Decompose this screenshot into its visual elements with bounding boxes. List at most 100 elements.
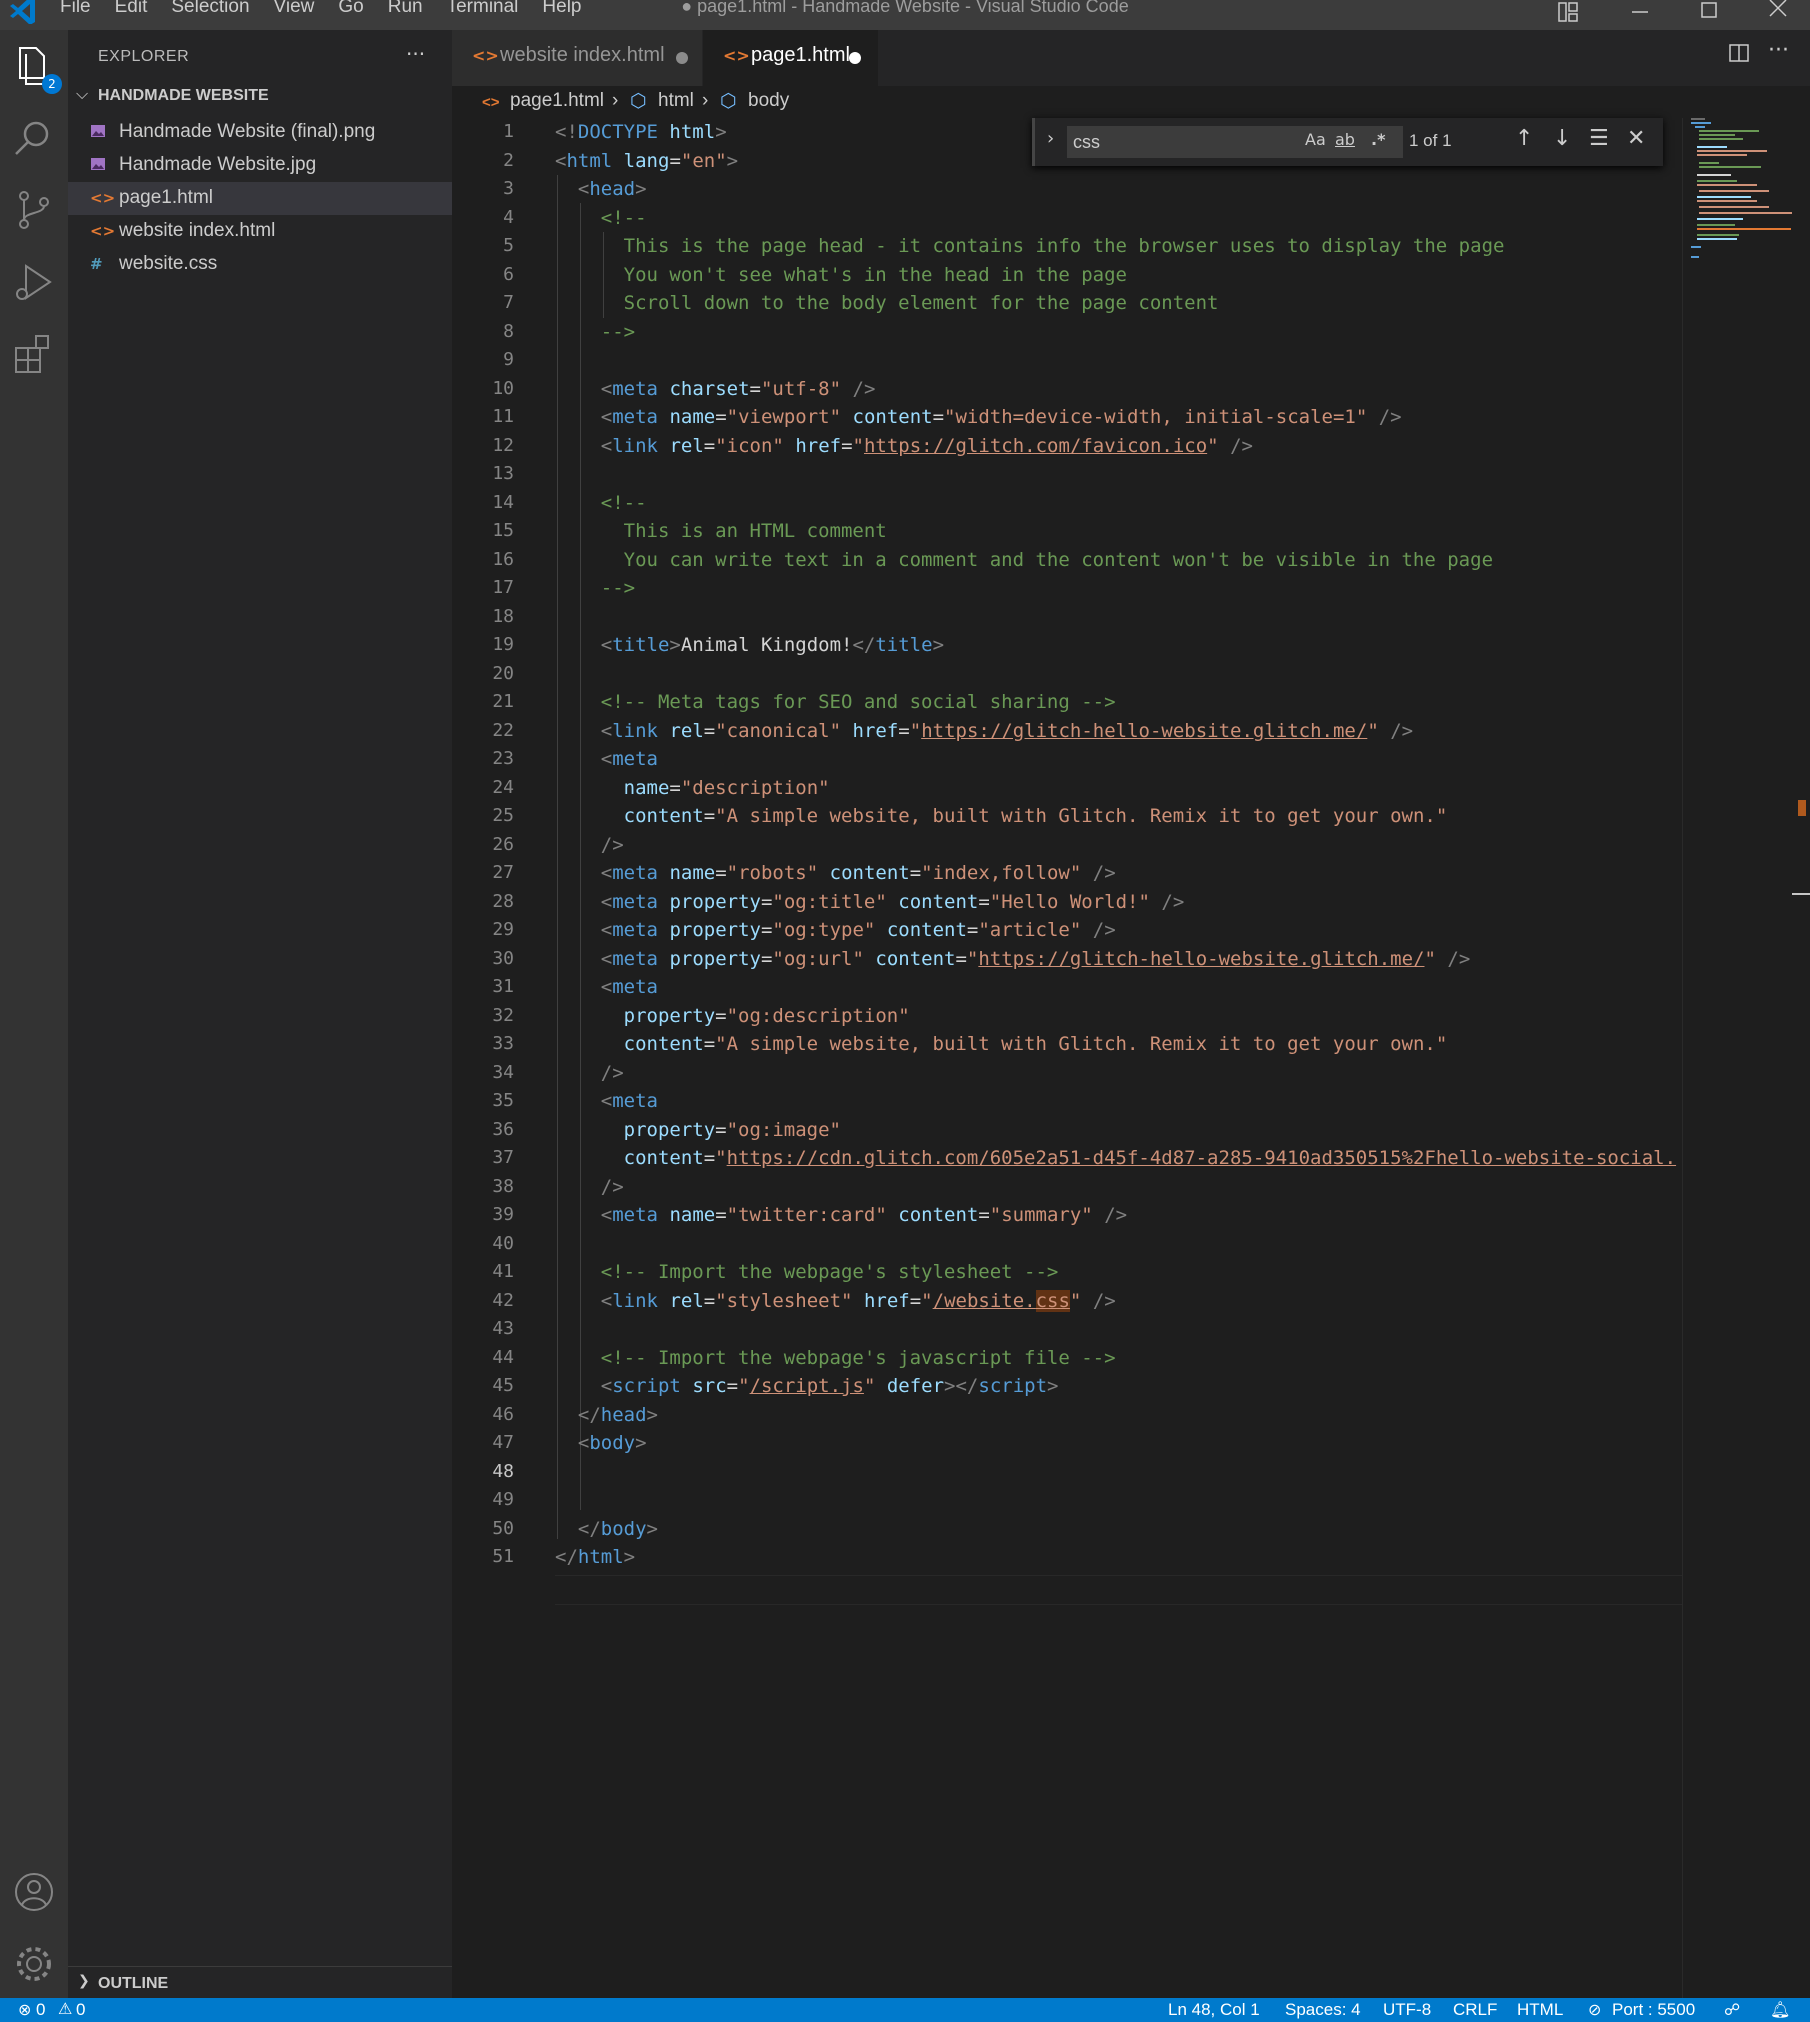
code-line[interactable]: 30 <meta property="og:url" content="http… (452, 945, 1682, 974)
match-case-icon[interactable]: Aa (1305, 130, 1326, 149)
encoding[interactable]: UTF-8 (1383, 2000, 1431, 2020)
code-line[interactable]: 22 <link rel="canonical" href="https://g… (452, 717, 1682, 746)
code-line[interactable]: 15 This is an HTML comment (452, 517, 1682, 546)
code-line[interactable]: 10 <meta charset="utf-8" /> (452, 375, 1682, 404)
code-line[interactable]: 41 <!-- Import the webpage's stylesheet … (452, 1258, 1682, 1287)
code-editor[interactable]: 1 <!DOCTYPE html> 2 <html lang="en"> 3 <he… (452, 118, 1682, 1998)
code-line[interactable]: 33 content="A simple website, built with… (452, 1030, 1682, 1059)
code-line[interactable]: 32 property="og:description" (452, 1002, 1682, 1031)
outline-section[interactable]: ❯ OUTLINE (68, 1966, 452, 1999)
previous-match-icon[interactable]: ↑ (1515, 126, 1533, 151)
code-line[interactable]: 5 This is the page head - it contains in… (452, 232, 1682, 261)
close-window-icon[interactable] (1766, 0, 1790, 24)
code-line[interactable]: 27 <meta name="robots" content="index,fo… (452, 859, 1682, 888)
live-server-port[interactable]: Port : 5500 (1612, 2000, 1695, 2020)
code-line[interactable]: 23 <meta (452, 745, 1682, 774)
code-line[interactable]: 18 (452, 603, 1682, 632)
code-line[interactable]: 31 <meta (452, 973, 1682, 1002)
search-icon[interactable] (10, 114, 58, 162)
code-line[interactable]: 45 <script src="/script.js" defer></scri… (452, 1372, 1682, 1401)
folder-header[interactable]: ⌵ HANDMADE WEBSITE (68, 82, 452, 112)
split-editor-icon[interactable] (1728, 42, 1750, 64)
warning-count[interactable]: 0 (76, 2000, 85, 2020)
source-control-icon[interactable] (10, 186, 58, 234)
code-line[interactable]: 3 <head> (452, 175, 1682, 204)
unsaved-dot-icon[interactable] (676, 52, 688, 64)
breadcrumb-html[interactable]: html (658, 90, 694, 112)
code-line[interactable]: 47 <body> (452, 1429, 1682, 1458)
code-line[interactable]: 20 (452, 660, 1682, 689)
code-line[interactable]: 13 (452, 460, 1682, 489)
breadcrumb-file[interactable]: page1.html (510, 90, 604, 112)
code-line[interactable]: 42 <link rel="stylesheet" href="/website… (452, 1287, 1682, 1316)
live-server-icon[interactable]: ⊘ (1588, 2000, 1601, 2020)
code-line[interactable]: 24 name="description" (452, 774, 1682, 803)
toggle-replace-icon[interactable]: › (1047, 128, 1054, 149)
code-line[interactable]: 51 </html> (452, 1543, 1682, 1572)
end-of-line[interactable]: CRLF (1453, 2000, 1497, 2020)
code-line[interactable]: 25 content="A simple website, built with… (452, 802, 1682, 831)
minimize-icon[interactable] (1628, 0, 1652, 24)
code-line[interactable]: 17 --> (452, 574, 1682, 603)
account-icon[interactable] (10, 1868, 58, 1916)
code-line[interactable]: 37 content="https://cdn.glitch.com/605e2… (452, 1144, 1682, 1173)
language-mode[interactable]: HTML (1517, 2000, 1563, 2020)
file-item[interactable]: Handmade Website.jpg (68, 149, 452, 182)
maximize-icon[interactable] (1697, 0, 1721, 24)
extensions-icon[interactable] (10, 330, 58, 378)
code-line[interactable]: 29 <meta property="og:type" content="art… (452, 916, 1682, 945)
feedback-icon[interactable]: ☍ (1724, 2000, 1740, 2020)
code-line[interactable]: 7 Scroll down to the body element for th… (452, 289, 1682, 318)
code-line[interactable]: 26 /> (452, 831, 1682, 860)
code-line[interactable]: 43 (452, 1315, 1682, 1344)
file-item[interactable]: <> page1.html (68, 182, 452, 215)
breadcrumb-body[interactable]: body (748, 90, 789, 112)
code-line[interactable]: 12 <link rel="icon" href="https://glitch… (452, 432, 1682, 461)
error-icon[interactable]: ⊗ (18, 2000, 31, 2020)
code-line[interactable]: 8 --> (452, 318, 1682, 347)
more-actions-icon[interactable]: ··· (406, 42, 425, 66)
tab-website-index[interactable]: <> website index.html (452, 30, 702, 86)
editor-more-icon[interactable]: ··· (1768, 38, 1789, 63)
code-line[interactable]: 38 /> (452, 1173, 1682, 1202)
code-line[interactable]: 39 <meta name="twitter:card" content="su… (452, 1201, 1682, 1230)
error-count[interactable]: 0 (36, 2000, 45, 2020)
file-item[interactable]: # website.css (68, 248, 452, 281)
code-line[interactable]: 50 </body> (452, 1515, 1682, 1544)
close-find-icon[interactable]: ✕ (1627, 126, 1645, 151)
find-in-selection-icon[interactable]: ☰ (1589, 126, 1609, 151)
code-line[interactable]: 4 <!-- (452, 204, 1682, 233)
code-line[interactable]: 19 <title>Animal Kingdom!</title> (452, 631, 1682, 660)
code-line[interactable]: 34 /> (452, 1059, 1682, 1088)
notifications-bell-icon[interactable]: 🔔︎ (1770, 2000, 1790, 2020)
file-item[interactable]: <> website index.html (68, 215, 452, 248)
code-line[interactable]: 46 </head> (452, 1401, 1682, 1430)
regex-icon[interactable]: .* (1371, 130, 1385, 149)
code-line[interactable]: 35 <meta (452, 1087, 1682, 1116)
code-line[interactable]: 28 <meta property="og:title" content="He… (452, 888, 1682, 917)
code-line[interactable]: 49 (452, 1486, 1682, 1515)
gear-icon[interactable] (10, 1940, 58, 1988)
code-line[interactable]: 9 (452, 346, 1682, 375)
code-line[interactable]: 48 (452, 1458, 1682, 1487)
tab-page1[interactable]: <> page1.html (703, 30, 878, 86)
explorer-icon[interactable]: 2 (10, 42, 62, 94)
file-item[interactable]: Handmade Website (final).png (68, 116, 452, 149)
warning-icon[interactable]: ⚠ (58, 1999, 72, 2019)
code-line[interactable]: 14 <!-- (452, 489, 1682, 518)
cursor-position[interactable]: Ln 48, Col 1 (1168, 2000, 1260, 2020)
code-line[interactable]: 44 <!-- Import the webpage's javascript … (452, 1344, 1682, 1373)
code-line[interactable]: 36 property="og:image" (452, 1116, 1682, 1145)
minimap[interactable] (1682, 118, 1793, 1998)
code-line[interactable]: 21 <!-- Meta tags for SEO and social sha… (452, 688, 1682, 717)
editor-scrollbar[interactable] (1792, 118, 1810, 1998)
code-line[interactable]: 40 (452, 1230, 1682, 1259)
code-line[interactable]: 11 <meta name="viewport" content="width=… (452, 403, 1682, 432)
unsaved-dot-icon[interactable] (849, 52, 861, 64)
customize-layout-icon[interactable] (1556, 0, 1580, 24)
run-debug-icon[interactable] (10, 258, 58, 306)
code-line[interactable]: 16 You can write text in a comment and t… (452, 546, 1682, 575)
indentation[interactable]: Spaces: 4 (1285, 2000, 1361, 2020)
whole-word-icon[interactable]: ab (1335, 130, 1355, 149)
next-match-icon[interactable]: ↓ (1553, 126, 1571, 151)
